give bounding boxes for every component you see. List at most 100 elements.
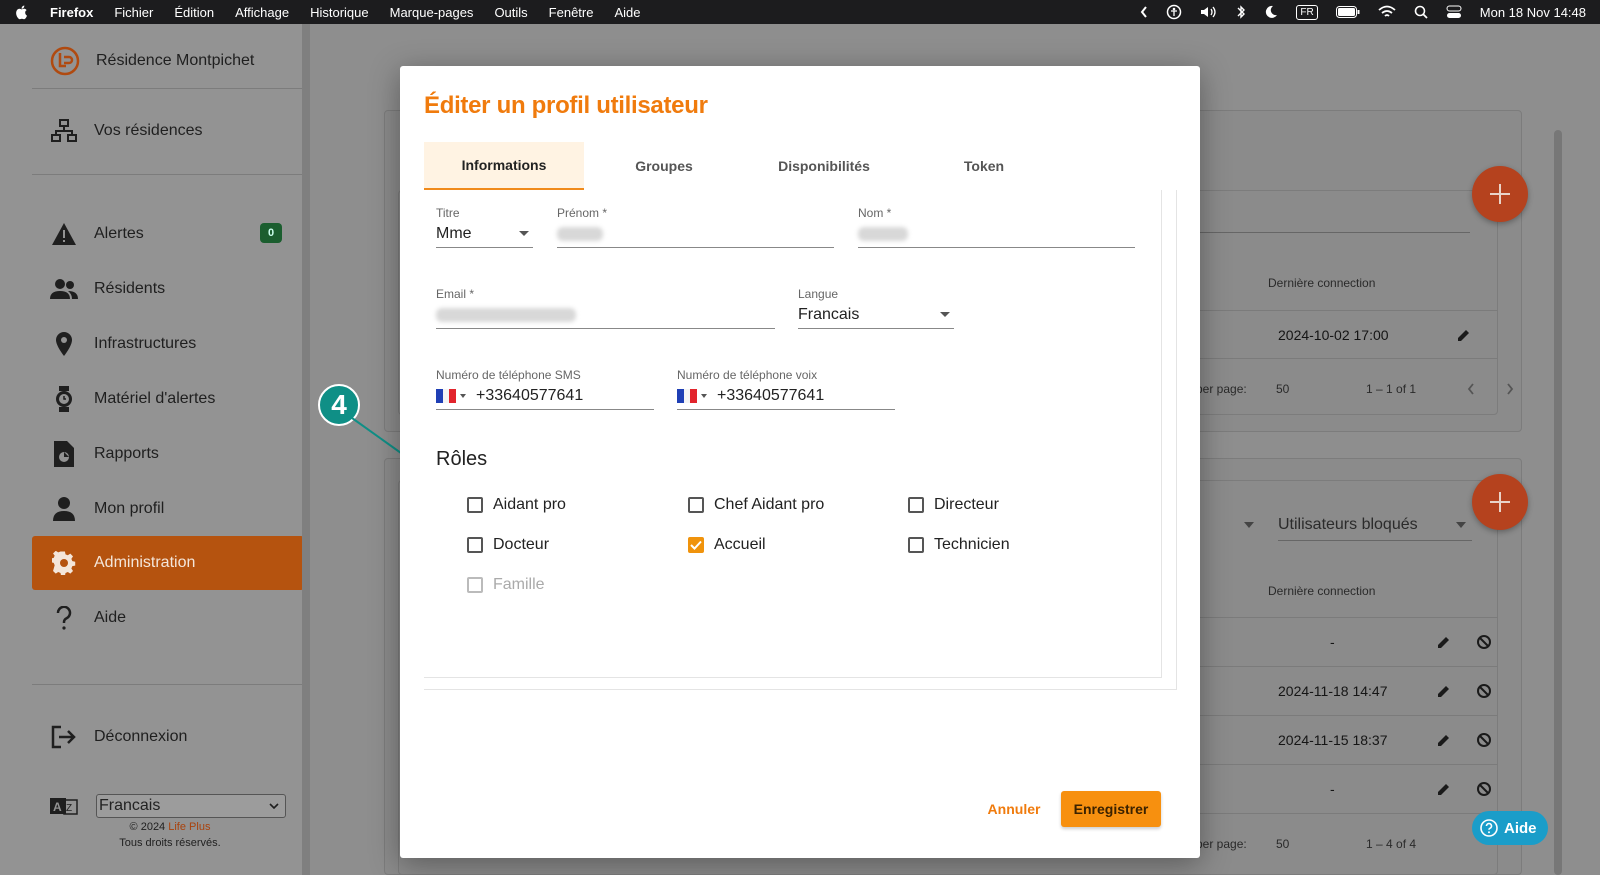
tab-informations[interactable]: Informations bbox=[424, 142, 584, 190]
chevron-left-icon[interactable] bbox=[1467, 383, 1475, 395]
volume-icon[interactable] bbox=[1200, 5, 1218, 19]
menu-affichage[interactable]: Affichage bbox=[235, 5, 289, 20]
edit-icon[interactable] bbox=[1436, 732, 1452, 748]
residence-header[interactable]: Résidence Montpichet bbox=[50, 46, 254, 76]
block-icon[interactable] bbox=[1476, 634, 1492, 650]
sidebar-item-infrastructures[interactable]: Infrastructures bbox=[32, 317, 304, 371]
svg-text:A: A bbox=[53, 800, 62, 814]
firstname-field[interactable]: Prénom * bbox=[557, 206, 834, 248]
edit-icon[interactable] bbox=[1436, 781, 1452, 797]
blocked-users-filter[interactable]: Utilisateurs bloqués bbox=[1278, 516, 1418, 534]
sidebar-item-rapports[interactable]: Rapports bbox=[32, 427, 304, 481]
checkmark-icon bbox=[690, 540, 702, 550]
edit-icon[interactable] bbox=[1436, 634, 1452, 650]
add-user-button[interactable] bbox=[1472, 474, 1528, 530]
role-directeur[interactable]: Directeur bbox=[908, 496, 999, 514]
sidebar-item-residents[interactable]: Résidents bbox=[32, 262, 304, 316]
accessibility-icon[interactable] bbox=[1166, 4, 1182, 20]
table1-row-date: 2024-10-02 17:00 bbox=[1278, 327, 1389, 343]
people-icon bbox=[50, 275, 78, 303]
copyright-prefix: © 2024 bbox=[129, 821, 169, 833]
checkbox-checked[interactable] bbox=[688, 537, 704, 553]
battery-icon[interactable] bbox=[1335, 6, 1360, 18]
items-per-page-value[interactable]: 50 bbox=[1276, 837, 1289, 851]
block-icon[interactable] bbox=[1476, 683, 1492, 699]
items-per-page-value[interactable]: 50 bbox=[1276, 382, 1289, 396]
chevron-left-icon[interactable] bbox=[1140, 6, 1148, 18]
sidebar-item-administration[interactable]: Administration bbox=[32, 536, 304, 590]
checkbox[interactable] bbox=[688, 497, 704, 513]
tab-disponibilites[interactable]: Disponibilités bbox=[744, 142, 904, 190]
block-icon[interactable] bbox=[1476, 732, 1492, 748]
language-select-value: Francais bbox=[99, 797, 161, 814]
caret-down-icon[interactable] bbox=[460, 393, 466, 398]
sidebar-item-materiel[interactable]: Matériel d'alertes bbox=[32, 372, 304, 426]
voice-phone-field[interactable]: Numéro de téléphone voix +33640577641 bbox=[677, 368, 895, 410]
tab-token[interactable]: Token bbox=[904, 142, 1064, 190]
bluetooth-icon[interactable] bbox=[1236, 4, 1246, 20]
edit-icon[interactable] bbox=[1436, 683, 1452, 699]
tab-groupes[interactable]: Groupes bbox=[584, 142, 744, 190]
page-scrollbar[interactable] bbox=[1554, 130, 1562, 875]
title-label: Titre bbox=[436, 206, 460, 220]
cancel-button[interactable]: Annuler bbox=[984, 792, 1044, 826]
role-technicien[interactable]: Technicien bbox=[908, 536, 1010, 554]
lastname-label: Nom * bbox=[858, 206, 892, 220]
sidebar-item-label: Résidents bbox=[94, 280, 166, 297]
language-select[interactable]: Francais bbox=[96, 794, 286, 818]
menu-fenetre[interactable]: Fenêtre bbox=[549, 5, 594, 20]
menu-fichier[interactable]: Fichier bbox=[114, 5, 153, 20]
sidebar-item-aide[interactable]: Aide bbox=[32, 591, 304, 645]
sms-phone-value: +33640577641 bbox=[476, 386, 584, 404]
sms-phone-field[interactable]: Numéro de téléphone SMS +33640577641 bbox=[436, 368, 654, 410]
role-chef-aidant-pro[interactable]: Chef Aidant pro bbox=[688, 496, 824, 514]
row-divider bbox=[1180, 813, 1498, 814]
logout-button[interactable]: Déconnexion bbox=[32, 710, 304, 764]
save-button[interactable]: Enregistrer bbox=[1061, 791, 1161, 827]
column-header-last-connection: Dernière connection bbox=[1268, 584, 1376, 598]
role-aidant-pro[interactable]: Aidant pro bbox=[467, 496, 566, 514]
menu-edition[interactable]: Édition bbox=[174, 5, 214, 20]
checkbox[interactable] bbox=[467, 497, 483, 513]
title-select[interactable]: Titre Mme bbox=[436, 206, 533, 248]
search-icon[interactable] bbox=[1414, 5, 1428, 19]
sidebar-item-alertes[interactable]: Alertes 0 bbox=[32, 207, 304, 261]
menu-historique[interactable]: Historique bbox=[310, 5, 369, 20]
apple-icon[interactable] bbox=[14, 4, 30, 20]
role-docteur[interactable]: Docteur bbox=[467, 536, 549, 554]
sidebar-item-residences[interactable]: Vos résidences bbox=[32, 104, 304, 158]
france-flag-icon[interactable] bbox=[436, 388, 457, 403]
brand-link[interactable]: Life Plus bbox=[168, 821, 210, 833]
clock: Mon 18 Nov 14:48 bbox=[1479, 4, 1586, 20]
checkbox[interactable] bbox=[908, 497, 924, 513]
email-field[interactable]: Email * bbox=[436, 287, 775, 329]
france-flag-icon[interactable] bbox=[677, 388, 698, 403]
question-circle-icon bbox=[1480, 819, 1498, 837]
menu-aide[interactable]: Aide bbox=[614, 5, 640, 20]
add-user-button[interactable] bbox=[1472, 166, 1528, 222]
edit-icon[interactable] bbox=[1456, 327, 1472, 343]
moon-icon[interactable] bbox=[1264, 5, 1278, 19]
menu-app-firefox[interactable]: Firefox bbox=[50, 5, 93, 20]
caret-down-icon[interactable] bbox=[701, 393, 707, 398]
sidebar-scrollbar[interactable] bbox=[302, 24, 310, 875]
copyright: © 2024 Life Plus bbox=[0, 820, 340, 835]
block-icon[interactable] bbox=[1476, 781, 1492, 797]
caret-down-icon[interactable] bbox=[1244, 522, 1254, 528]
chevron-right-icon[interactable] bbox=[1506, 383, 1514, 395]
role-accueil[interactable]: Accueil bbox=[688, 536, 766, 554]
checkbox[interactable] bbox=[908, 537, 924, 553]
role-label: Famille bbox=[493, 576, 545, 593]
language-field[interactable]: Langue Francais bbox=[798, 287, 954, 329]
keyboard-layout[interactable]: FR bbox=[1296, 4, 1318, 20]
wifi-icon[interactable] bbox=[1378, 5, 1396, 19]
menu-outils[interactable]: Outils bbox=[494, 5, 527, 20]
menu-marque-pages[interactable]: Marque-pages bbox=[390, 5, 474, 20]
sidebar-item-mon-profil[interactable]: Mon profil bbox=[32, 482, 304, 536]
sitemap-icon bbox=[50, 117, 78, 145]
help-button[interactable]: Aide bbox=[1472, 811, 1548, 845]
checkbox[interactable] bbox=[467, 537, 483, 553]
control-center-icon[interactable] bbox=[1446, 5, 1462, 19]
caret-down-icon[interactable] bbox=[1456, 522, 1466, 528]
lastname-field[interactable]: Nom * bbox=[858, 206, 1135, 248]
